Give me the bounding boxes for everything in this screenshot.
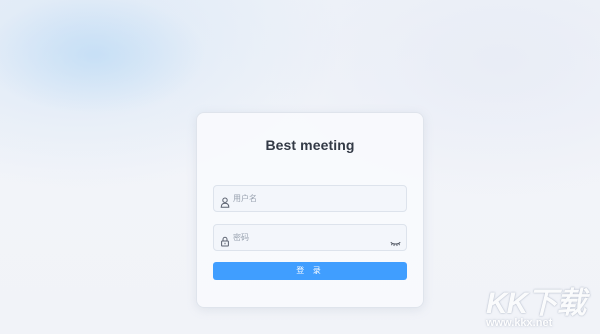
user-icon <box>220 193 230 208</box>
password-placeholder: 密码 <box>233 233 249 242</box>
password-field[interactable]: 密码 <box>213 224 407 251</box>
login-card: Best meeting 用户名 密码 登 录 <box>196 112 424 308</box>
username-field[interactable]: 用户名 <box>213 185 407 212</box>
site-watermark: KK下载 www.kkx.net <box>478 278 598 334</box>
eye-closed-icon[interactable] <box>390 233 401 247</box>
lock-icon <box>220 232 230 247</box>
watermark-url: www.kkx.net <box>486 317 553 329</box>
watermark-brand: KK下载 <box>486 287 586 320</box>
login-title: Best meeting <box>265 137 355 153</box>
username-placeholder: 用户名 <box>233 194 257 203</box>
login-button[interactable]: 登 录 <box>213 262 407 280</box>
